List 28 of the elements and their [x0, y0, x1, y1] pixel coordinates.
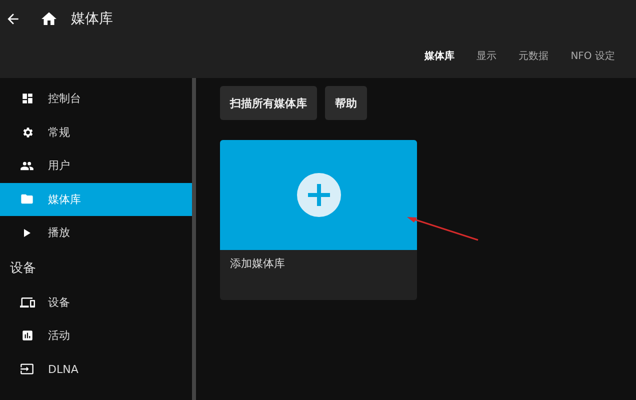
- action-button[interactable]: 帮助: [325, 86, 367, 120]
- page-title: 媒体库: [71, 10, 113, 28]
- devices-icon: [20, 294, 34, 310]
- chart-icon: [20, 329, 34, 342]
- sidebar-item[interactable]: 控制台: [0, 82, 192, 116]
- tab[interactable]: 显示: [466, 46, 508, 66]
- card-label: 添加媒体库: [229, 256, 286, 272]
- sidebar-item[interactable]: DLNA: [0, 352, 192, 386]
- folder-icon: [20, 192, 34, 206]
- sidebar-item[interactable]: 设备: [0, 286, 192, 319]
- section-header: 设备: [9, 260, 37, 278]
- play-icon: [21, 226, 33, 239]
- tab[interactable]: 媒体库: [414, 46, 466, 66]
- add-library-card[interactable]: 添加媒体库: [220, 140, 417, 300]
- input-icon: [20, 362, 34, 376]
- back-arrow-icon[interactable]: [5, 11, 21, 27]
- action-button[interactable]: 扫描所有媒体库: [220, 86, 317, 120]
- sidebar-item[interactable]: 播放: [0, 216, 192, 250]
- dashboard-icon: [20, 92, 34, 106]
- plus-circle-icon: [296, 173, 340, 217]
- scrollbar[interactable]: [192, 78, 196, 400]
- sidebar-item[interactable]: 活动: [0, 319, 192, 352]
- sidebar-item[interactable]: 常规: [0, 116, 192, 149]
- tab[interactable]: 元数据: [508, 46, 560, 66]
- tab[interactable]: NFO 设定: [560, 46, 626, 66]
- gear-icon: [20, 126, 34, 139]
- home-icon[interactable]: [40, 10, 58, 28]
- sidebar-item[interactable]: 用户: [0, 149, 192, 182]
